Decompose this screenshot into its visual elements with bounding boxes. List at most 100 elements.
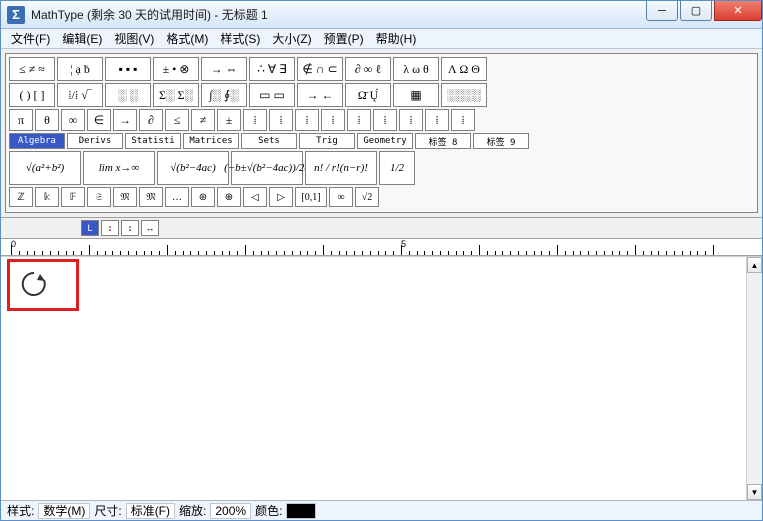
scroll-down-icon[interactable]: ▼: [747, 484, 762, 500]
small-tab-4[interactable]: ↔: [141, 220, 159, 236]
palette-set-theory[interactable]: ∉ ∩ ⊂: [297, 57, 343, 81]
status-style-value[interactable]: 数学(M): [38, 503, 90, 519]
palette-row-5: ℤ 𝕜 𝔽 𝔖 𝔐 𝔐 … ⊛ ⊕ ◁ ▷ [0,1] ∞ √2: [9, 187, 754, 207]
sym-frk-f[interactable]: 𝔽: [61, 187, 85, 207]
menu-style[interactable]: 样式(S): [214, 28, 266, 49]
sym-pi[interactable]: π: [9, 109, 33, 131]
sym-slot4[interactable]: ⁞: [321, 109, 345, 131]
palette-row-3: π θ ∞ ∈ → ∂ ≤ ≠ ± ⁞ ⁞ ⁞ ⁞ ⁞ ⁞ ⁞ ⁞ ⁞: [9, 109, 754, 131]
sym-slot2[interactable]: ⁞: [269, 109, 293, 131]
sym-frk-m2[interactable]: 𝔐: [139, 187, 163, 207]
small-tab-3[interactable]: ↕: [121, 220, 139, 236]
titlebar: Σ MathType (剩余 30 天的试用时间) - 无标题 1 ─ ▢ ✕: [1, 1, 762, 29]
expr-quadratic[interactable]: (−b±√(b²−4ac))/2a: [231, 151, 303, 185]
template-fences[interactable]: ( ) [ ]: [9, 83, 55, 107]
editor-area: ▲ ▼: [1, 256, 762, 500]
maximize-button[interactable]: ▢: [680, 1, 712, 21]
minimize-button[interactable]: ─: [646, 1, 678, 21]
sym-rightarrow[interactable]: →: [113, 109, 137, 131]
sym-bbz[interactable]: ℤ: [9, 187, 33, 207]
tab-9[interactable]: 标签 9: [473, 133, 529, 149]
menu-edit[interactable]: 编辑(E): [56, 28, 108, 49]
template-fractions[interactable]: ⁞/⁞ √‾: [57, 83, 103, 107]
menu-file[interactable]: 文件(F): [5, 28, 56, 49]
tab-sets[interactable]: Sets: [241, 133, 297, 149]
sym-partial[interactable]: ∂: [139, 109, 163, 131]
template-integrals[interactable]: ∫░ ∮░: [201, 83, 247, 107]
template-bars[interactable]: ▭ ▭: [249, 83, 295, 107]
menu-help[interactable]: 帮助(H): [370, 28, 423, 49]
menubar: 文件(F) 编辑(E) 视图(V) 格式(M) 样式(S) 大小(Z) 预置(P…: [1, 29, 762, 49]
sym-in[interactable]: ∈: [87, 109, 111, 131]
palette-operators[interactable]: ± • ⊗: [153, 57, 199, 81]
sym-interval[interactable]: [0,1]: [295, 187, 327, 207]
template-products[interactable]: Ω̄ Ų́: [345, 83, 391, 107]
tab-derivs[interactable]: Derivs: [67, 133, 123, 149]
sym-neq[interactable]: ≠: [191, 109, 215, 131]
status-size-value[interactable]: 标准(F): [126, 503, 175, 519]
sym-frk-s[interactable]: 𝔖: [87, 187, 111, 207]
expr-discriminant[interactable]: √(b²−4ac): [157, 151, 229, 185]
sym-slot3[interactable]: ⁞: [295, 109, 319, 131]
close-button[interactable]: ✕: [714, 1, 762, 21]
tab-matrices[interactable]: Matrices: [183, 133, 239, 149]
tab-algebra[interactable]: Algebra: [9, 133, 65, 149]
sym-pm[interactable]: ±: [217, 109, 241, 131]
tab-trig[interactable]: Trig: [299, 133, 355, 149]
template-scripts[interactable]: ░ ░: [105, 83, 151, 107]
vertical-scrollbar[interactable]: ▲ ▼: [746, 257, 762, 500]
sym-slot6[interactable]: ⁞: [373, 109, 397, 131]
sym-dots[interactable]: …: [165, 187, 189, 207]
sym-frk-k[interactable]: 𝕜: [35, 187, 59, 207]
sym-triangleright[interactable]: ▷: [269, 187, 293, 207]
sym-slot7[interactable]: ⁞: [399, 109, 423, 131]
small-tab-1[interactable]: L: [81, 220, 99, 236]
tab-geometry[interactable]: Geometry: [357, 133, 413, 149]
expr-half[interactable]: 1/2: [379, 151, 415, 185]
small-tab-2[interactable]: ↕: [101, 220, 119, 236]
toolbox-area: ≤ ≠ ≈ ¦ ạ ḃ ▪ ▪ ▪ ± • ⊗ → ⇔ ∴ ∀ ∃ ∉ ∩ ⊂ …: [1, 49, 762, 218]
expr-combination[interactable]: n! / r!(n−r)!: [305, 151, 377, 185]
template-boxes[interactable]: ░░░░: [441, 83, 487, 107]
palette-relational[interactable]: ≤ ≠ ≈: [9, 57, 55, 81]
equation-editor[interactable]: [1, 257, 746, 500]
sym-leq[interactable]: ≤: [165, 109, 189, 131]
expr-limit[interactable]: lim x→∞: [83, 151, 155, 185]
sym-theta[interactable]: θ: [35, 109, 59, 131]
template-labeled-arrows[interactable]: → ←: [297, 83, 343, 107]
status-color-value[interactable]: [286, 503, 316, 519]
sym-infinity-2[interactable]: ∞: [329, 187, 353, 207]
sym-frk-m[interactable]: 𝔐: [113, 187, 137, 207]
sym-circledast[interactable]: ⊛: [191, 187, 215, 207]
sym-slot5[interactable]: ⁞: [347, 109, 371, 131]
palette-embellish[interactable]: ▪ ▪ ▪: [105, 57, 151, 81]
scroll-track[interactable]: [747, 273, 762, 484]
template-matrices[interactable]: ▦: [393, 83, 439, 107]
palette-misc[interactable]: ∂ ∞ ℓ: [345, 57, 391, 81]
sym-slot1[interactable]: ⁞: [243, 109, 267, 131]
palette-spaces[interactable]: ¦ ạ ḃ: [57, 57, 103, 81]
tab-8[interactable]: 标签 8: [415, 133, 471, 149]
window-controls: ─ ▢ ✕: [644, 1, 762, 28]
expr-sqrt-sum-squares[interactable]: √(a²+b²): [9, 151, 81, 185]
palette-logic[interactable]: ∴ ∀ ∃: [249, 57, 295, 81]
sym-slot9[interactable]: ⁞: [451, 109, 475, 131]
sym-slot8[interactable]: ⁞: [425, 109, 449, 131]
equation-rotate-glyph: [19, 269, 49, 299]
sym-triangleleft[interactable]: ◁: [243, 187, 267, 207]
menu-format[interactable]: 格式(M): [160, 28, 214, 49]
palette-greek-lower[interactable]: λ ω θ: [393, 57, 439, 81]
menu-size[interactable]: 大小(Z): [266, 28, 317, 49]
sym-sqrt2[interactable]: √2: [355, 187, 379, 207]
sym-oplus[interactable]: ⊕: [217, 187, 241, 207]
palette-greek-upper[interactable]: Λ Ω Θ: [441, 57, 487, 81]
scroll-up-icon[interactable]: ▲: [747, 257, 762, 273]
palette-arrows[interactable]: → ⇔: [201, 57, 247, 81]
menu-view[interactable]: 视图(V): [108, 28, 160, 49]
sym-infinity[interactable]: ∞: [61, 109, 85, 131]
ruler[interactable]: 0 5: [1, 238, 762, 256]
menu-preset[interactable]: 预置(P): [318, 28, 370, 49]
status-zoom-value[interactable]: 200%: [210, 503, 251, 519]
template-sums[interactable]: Σ░ Σ░: [153, 83, 199, 107]
tab-statistics[interactable]: Statisti: [125, 133, 181, 149]
